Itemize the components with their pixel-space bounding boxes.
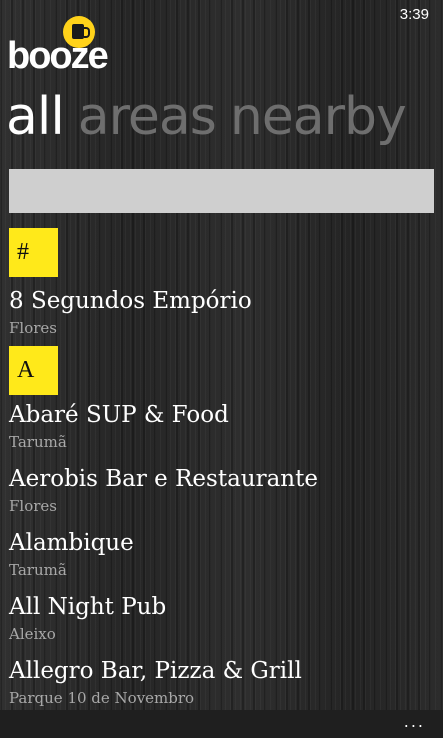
- bar-list: # 8 Segundos Empório Flores A Abaré SUP …: [0, 228, 443, 720]
- list-item-name: Aerobis Bar e Restaurante: [9, 466, 318, 492]
- group-header-hash[interactable]: #: [9, 228, 58, 277]
- app-bar: ...: [0, 710, 443, 738]
- pivot-header: all areas nearby: [6, 82, 443, 152]
- clock: 3:39: [399, 6, 429, 23]
- list-item-area: Flores: [9, 497, 57, 515]
- list-item[interactable]: Alambique Tarumã: [9, 528, 443, 592]
- more-options-icon[interactable]: ...: [404, 712, 425, 731]
- list-item-name: Alambique: [9, 530, 134, 556]
- list-item-name: 8 Segundos Empório: [9, 288, 252, 314]
- list-item[interactable]: Abaré SUP & Food Tarumã: [9, 400, 443, 464]
- app-logo: booze: [7, 14, 117, 78]
- list-item-area: Flores: [9, 319, 57, 337]
- logo-text: booze: [7, 35, 109, 77]
- list-item-area: Aleixo: [9, 625, 56, 643]
- search-input[interactable]: [9, 169, 434, 213]
- list-item[interactable]: All Night Pub Aleixo: [9, 592, 443, 656]
- list-item-area: Tarumã: [9, 433, 67, 451]
- tab-nearby[interactable]: nearby: [230, 87, 407, 147]
- list-item-name: All Night Pub: [9, 594, 167, 620]
- tab-areas[interactable]: areas: [78, 87, 217, 147]
- tab-all[interactable]: all: [6, 87, 65, 147]
- group-header-a[interactable]: A: [9, 346, 58, 395]
- list-item[interactable]: Aerobis Bar e Restaurante Flores: [9, 464, 443, 528]
- list-item-name: Allegro Bar, Pizza & Grill: [9, 658, 302, 684]
- list-item[interactable]: 8 Segundos Empório Flores: [9, 286, 443, 350]
- list-item-area: Tarumã: [9, 561, 67, 579]
- list-item-name: Abaré SUP & Food: [9, 402, 229, 428]
- list-item-area: Parque 10 de Novembro: [9, 689, 195, 707]
